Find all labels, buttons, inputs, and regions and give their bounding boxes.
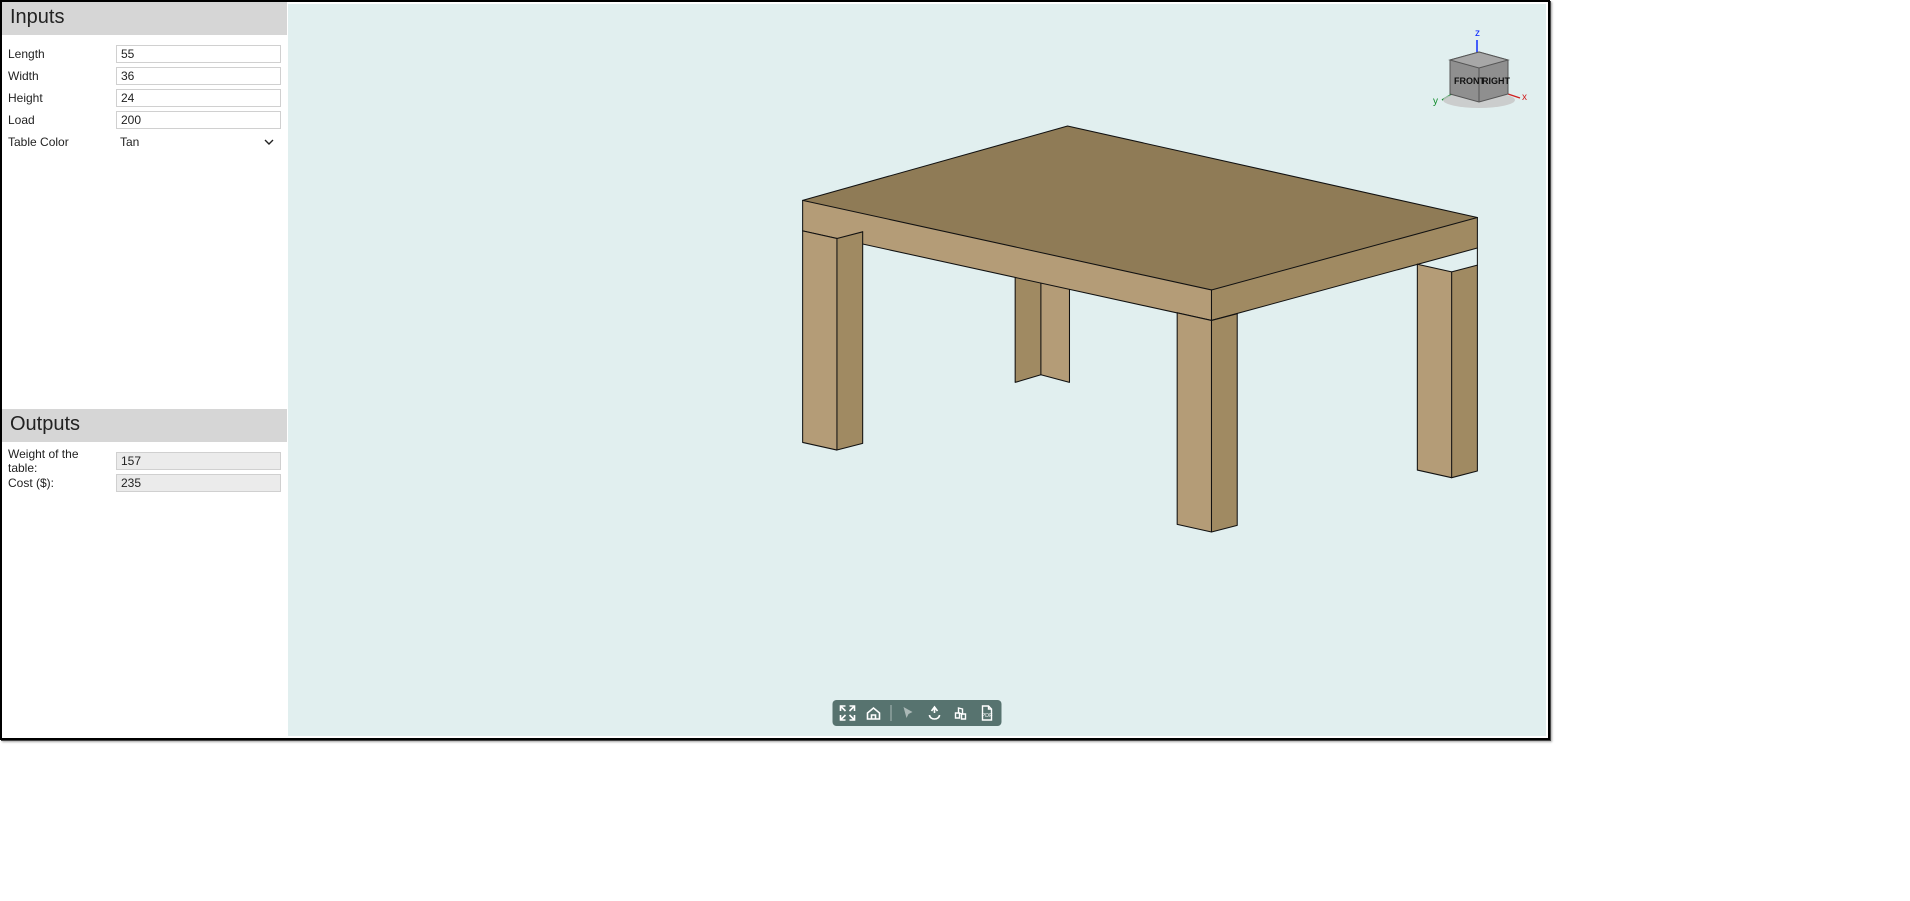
inputs-panel-title: Inputs [2,2,287,35]
sidebar: Inputs Length Width Height Load [2,2,288,738]
pdf-button[interactable]: PDF [978,704,996,722]
home-button[interactable] [865,704,883,722]
axis-z-label: z [1475,28,1480,39]
input-label: Width [6,69,110,83]
output-label: Weight of the table: [6,447,110,475]
table-color-select[interactable]: Tan [116,132,281,152]
weight-output [116,452,281,470]
outputs-panel-title: Outputs [2,409,287,442]
output-row-weight: Weight of the table: [6,450,281,472]
input-row-height: Height [6,87,281,109]
cursor-icon [901,705,917,721]
input-label: Load [6,113,110,127]
outputs-panel: Outputs Weight of the table: Cost ($): [2,409,287,738]
back-right-leg [1417,248,1477,478]
inputs-panel: Inputs Length Width Height Load [2,2,287,157]
front-left-leg [803,231,863,450]
height-input[interactable] [116,89,281,107]
home-icon [866,705,882,721]
section-icon [953,705,969,721]
section-button[interactable] [952,704,970,722]
inputs-list: Length Width Height Load Table Color [2,35,287,157]
push-button[interactable] [926,704,944,722]
output-label: Cost ($): [6,476,110,490]
axis-x-label: x [1522,92,1527,103]
front-right-leg [1177,313,1237,532]
outputs-list: Weight of the table: Cost ($): [2,442,287,498]
length-input[interactable] [116,45,281,63]
viewcube-front-label[interactable]: FRONT [1454,76,1485,86]
cost-output [116,474,281,492]
viewcube-right-label[interactable]: RIGHT [1482,76,1511,86]
toolbar-separator [891,705,892,721]
select-button [900,704,918,722]
sidebar-spacer [2,157,287,409]
axis-y-label: y [1433,96,1438,107]
output-row-cost: Cost ($): [6,472,281,494]
input-label: Length [6,47,110,61]
input-label: Table Color [6,135,110,149]
load-input[interactable] [116,111,281,129]
viewport-toolbar: PDF [833,700,1002,726]
input-label: Height [6,91,110,105]
viewcube[interactable]: z x y FRONT RIGHT [1430,22,1528,120]
pdf-icon: PDF [979,705,995,721]
app-window: Inputs Length Width Height Load [0,0,1550,740]
push-icon [927,705,943,721]
fullscreen-button[interactable] [839,704,857,722]
input-row-load: Load [6,109,281,131]
input-row-color: Table Color Tan [6,131,281,153]
width-input[interactable] [116,67,281,85]
table-3d-model: .edge{stroke:#111;stroke-width:1.1;strok… [288,4,1546,736]
fullscreen-icon [840,705,856,721]
input-row-width: Width [6,65,281,87]
input-row-length: Length [6,43,281,65]
viewport-3d[interactable]: .edge{stroke:#111;stroke-width:1.1;strok… [288,4,1546,736]
chevron-down-icon [263,136,275,148]
svg-text:PDF: PDF [982,713,994,719]
select-value: Tan [120,135,139,149]
table-top [803,126,1478,320]
outputs-bottom-space [2,498,287,738]
